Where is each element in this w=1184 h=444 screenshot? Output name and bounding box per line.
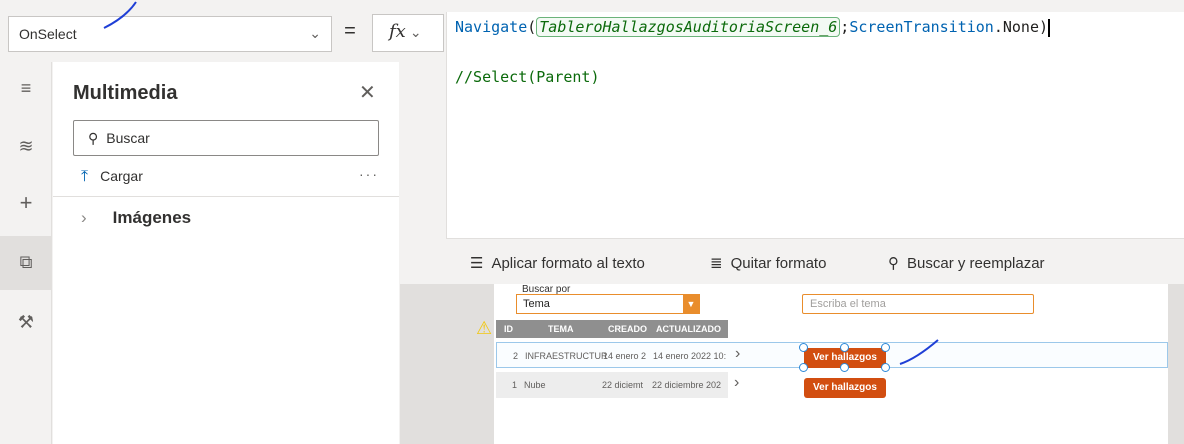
format-toolbar: ☰ Aplicar formato al texto ≣ Quitar format… [446, 238, 1184, 284]
ink-annotation [899, 339, 939, 365]
formula-editor[interactable]: Navigate(TableroHallazgosAuditoriaScreen… [446, 12, 1184, 238]
col-creado: CREADO [608, 324, 648, 334]
plus-icon[interactable]: + [0, 178, 52, 232]
search-input[interactable]: ⚲ Buscar [73, 120, 379, 156]
format-text-button[interactable]: ☰ Aplicar formato al texto [470, 254, 645, 272]
cell-tema: INFRAESTRUCTUR [525, 351, 608, 361]
code-arg-screen: TableroHallazgosAuditoriaScreen_6 [536, 17, 841, 37]
upload-button[interactable]: ⤒ Cargar [81, 168, 143, 186]
fx-button[interactable]: fx ⌄ [372, 14, 444, 52]
find-replace-label: Buscar y reemplazar [907, 255, 1045, 272]
ink-annotation [103, 1, 137, 29]
search-icon: ⚲ [888, 255, 899, 272]
code-separator: ; [840, 18, 850, 36]
chevron-right-icon[interactable]: › [735, 345, 740, 363]
code-arg-transition: ScreenTransition [849, 18, 994, 36]
property-dropdown[interactable]: OnSelect ⌄ [8, 16, 332, 52]
remove-format-icon: ≣ [710, 255, 723, 272]
upload-icon: ⤒ [81, 168, 89, 185]
selection-handle[interactable] [881, 363, 890, 372]
text-cursor [1048, 18, 1051, 37]
property-value: OnSelect [19, 26, 77, 42]
format-text-icon: ☰ [470, 255, 484, 272]
cell-actualizado: 22 diciembre 202 [652, 380, 722, 390]
layers-icon[interactable]: ≋ [0, 120, 52, 174]
code-paren-close: ) [1038, 18, 1049, 36]
col-actualizado: ACTUALIZADO [656, 324, 721, 334]
chevron-down-icon: ⌄ [309, 25, 321, 41]
col-tema: TEMA [548, 324, 574, 334]
cell-id: 1 [512, 380, 518, 390]
folder-images[interactable]: › Imágenes [81, 208, 191, 228]
power-apps-studio: OnSelect ⌄ = fx ⌄ Navigate(TableroHallazg… [0, 0, 1184, 444]
panel-title: Multimedia [73, 82, 178, 104]
remove-format-button[interactable]: ≣ Quitar formato [710, 254, 826, 272]
chevron-right-icon[interactable]: › [734, 374, 739, 392]
equals-sign: = [344, 20, 356, 42]
canvas-background [1168, 284, 1184, 444]
media-panel: Multimedia ✕ ⚲ Buscar ⤒ Cargar ··· › Imágen… [53, 62, 399, 444]
hamburger-icon[interactable]: ≡ [0, 62, 52, 116]
selection-handle[interactable] [840, 363, 849, 372]
gallery-header: ID TEMA CREADO ACTUALIZADO [496, 320, 728, 338]
warning-icon[interactable]: ⚠ [476, 318, 492, 339]
canvas-background [400, 284, 494, 444]
find-replace-button[interactable]: ⚲ Buscar y reemplazar [888, 254, 1045, 272]
col-id: ID [504, 324, 513, 334]
tools-icon[interactable]: ⚒ [0, 296, 52, 350]
upload-label: Cargar [100, 168, 143, 184]
left-rail: ≡ ≋ + ⧉ ⚒ [0, 62, 52, 444]
selection-handle[interactable] [840, 343, 849, 352]
cell-tema: Nube [524, 380, 546, 390]
media-icon[interactable]: ⧉ [0, 236, 52, 290]
topic-placeholder: Escriba el tema [810, 298, 886, 310]
close-icon[interactable]: ✕ [359, 80, 376, 105]
folder-label: Imágenes [112, 208, 192, 227]
chevron-down-icon: ▼ [683, 295, 699, 313]
fx-label: fx [389, 21, 406, 42]
search-by-dropdown[interactable]: Tema ▼ [516, 294, 700, 314]
format-text-label: Aplicar formato al texto [491, 255, 645, 272]
chevron-right-icon: › [81, 208, 87, 227]
topic-text-input[interactable]: Escriba el tema [802, 294, 1034, 314]
cell-id: 2 [513, 351, 519, 361]
code-arg-transition-prop: .None [993, 18, 1039, 36]
search-icon: ⚲ [88, 130, 99, 146]
selection-handle[interactable] [799, 343, 808, 352]
code-line-2: //Select(Parent) [455, 68, 600, 86]
code-line-1: Navigate(TableroHallazgosAuditoriaScreen… [455, 17, 1051, 37]
app-screen[interactable]: Buscar por Tema ▼ Escriba el tema ⚠ ID T… [476, 284, 1168, 444]
view-findings-button[interactable]: Ver hallazgos [804, 378, 886, 398]
dropdown-value: Tema [523, 298, 550, 310]
cell-creado: 14 enero 2 [603, 351, 647, 361]
cell-actualizado: 14 enero 2022 10: [653, 351, 727, 361]
search-placeholder: Buscar [106, 130, 150, 146]
selection-handle[interactable] [799, 363, 808, 372]
code-function: Navigate [455, 18, 528, 36]
code-paren-open: ( [527, 18, 537, 36]
cell-creado: 22 diciemt [602, 380, 644, 390]
selection-handle[interactable] [881, 343, 890, 352]
more-options-icon[interactable]: ··· [359, 166, 379, 182]
divider [53, 196, 399, 197]
remove-format-label: Quitar formato [730, 255, 827, 272]
chevron-down-icon: ⌄ [409, 24, 422, 40]
